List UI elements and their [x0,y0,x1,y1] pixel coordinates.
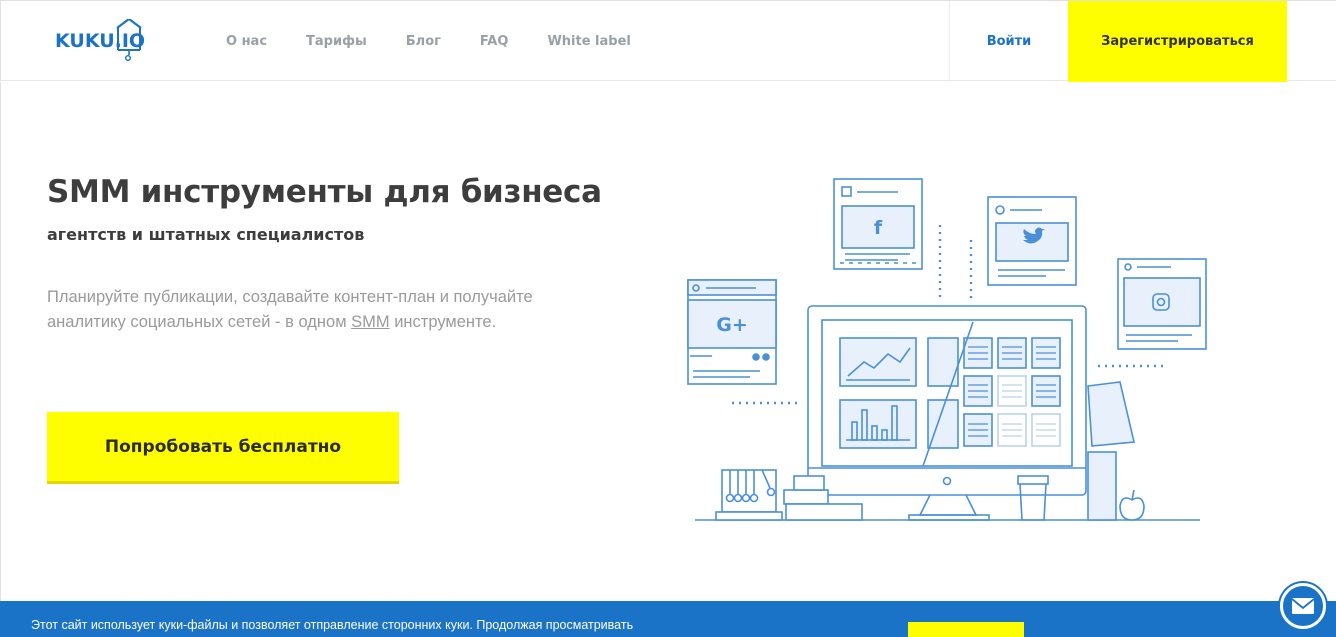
newtons-cradle [715,469,783,521]
hero-subtitle: агентств и штатных специалистов [47,225,365,244]
coffee-cup [1017,475,1049,521]
login-link[interactable]: Войти [987,34,1032,49]
nav-item-about[interactable]: О нас [226,34,267,49]
try-free-button[interactable]: Попробовать бесплатно [47,412,399,484]
cookie-accept-button[interactable] [908,622,1024,637]
logo-text: KUKU.IO [55,30,146,52]
main-nav: О нас Тарифы Блог FAQ White label [226,1,670,82]
nav-item-faq[interactable]: FAQ [480,34,509,49]
nav-item-blog[interactable]: Блог [406,34,441,49]
login-container: Войти [949,1,1068,82]
cookie-text: Этот сайт использует куки-файлы и позвол… [31,618,634,632]
cookie-bar: Этот сайт использует куки-файлы и позвол… [0,601,1336,637]
hero-description: Планируйте публикации, создавайте контен… [47,285,587,335]
monitor [807,305,1087,521]
smm-link[interactable]: SMM [351,313,390,331]
hero-illustration: f G+ [687,178,1207,521]
logo[interactable]: KUKU.IO [55,19,147,65]
facebook-icon: f [874,217,883,239]
site-header: KUKU.IO О нас Тарифы Блог FAQ White labe… [0,0,1336,82]
nav-item-white-label[interactable]: White label [547,34,630,49]
nav-item-pricing[interactable]: Тарифы [306,34,367,49]
hero-description-end: инструменте. [389,313,497,331]
contact-mail-button[interactable] [1280,583,1326,629]
hero-title: SMM инструменты для бизнеса [47,174,602,210]
register-button[interactable]: Зарегистрироваться [1068,1,1287,82]
google-plus-icon: G+ [716,314,748,336]
envelope-icon [1291,598,1315,614]
instagram-card [1117,258,1207,350]
apple [1119,489,1145,521]
